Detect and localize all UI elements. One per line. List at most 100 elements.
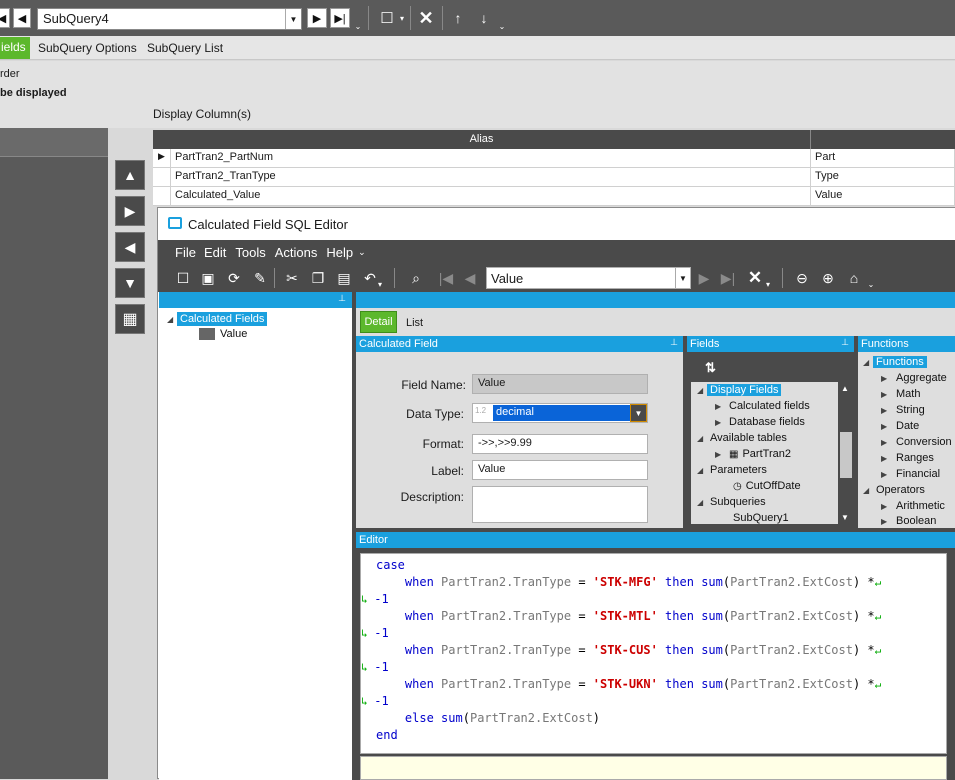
new-icon[interactable]: ☐ [375, 8, 399, 28]
tree-item-math[interactable]: ▶ Math [881, 388, 920, 400]
collapse-icon[interactable]: ◢ [863, 358, 873, 367]
move-column-down-button[interactable]: ▼ [115, 268, 145, 298]
table-row[interactable]: Calculated_Value Value [153, 187, 955, 206]
delete-dropdown-icon[interactable]: ▾ [764, 274, 772, 294]
paste-icon[interactable]: ▤ [334, 268, 354, 288]
pin-icon[interactable]: ⊥ [338, 293, 346, 304]
expand-icon[interactable]: ▶ [881, 454, 891, 463]
nav-prev-icon[interactable]: ◀ [0, 8, 10, 28]
tab-detail[interactable]: Detail [360, 311, 397, 333]
tree-item-financial[interactable]: ▶ Financial [881, 468, 940, 480]
refresh-icon[interactable]: ⟳ [224, 268, 244, 288]
new-dropdown-icon[interactable]: ▾ [398, 12, 406, 24]
grid-cell-alias[interactable]: Value [811, 187, 955, 205]
table-row[interactable]: PartTran2_TranType Type [153, 168, 955, 187]
tree-item-arithmetic[interactable]: ▶ Arithmetic [881, 500, 945, 512]
grid-header-extra[interactable] [811, 130, 955, 149]
scrollbar-thumb[interactable] [840, 432, 852, 478]
move-column-up-button[interactable]: ▲ [115, 160, 145, 190]
tree-item-parameters[interactable]: ◢ Parameters [697, 464, 767, 476]
undo-dropdown-icon[interactable]: ▾ [376, 274, 384, 294]
record-combo[interactable]: Value ▼ [486, 267, 691, 289]
grid-cell-alias[interactable]: Type [811, 168, 955, 186]
menu-help[interactable]: Help [326, 245, 353, 260]
nav-next-icon[interactable]: ▶ [307, 8, 327, 28]
collapse-icon[interactable]: ◢ [697, 498, 707, 507]
collapse-icon[interactable]: ◢ [697, 386, 707, 395]
scroll-down-icon[interactable]: ▼ [841, 513, 849, 522]
overflow-icon[interactable]: ⌄ [867, 274, 875, 294]
dropdown-arrow-icon[interactable]: ▼ [675, 268, 690, 288]
description-textarea[interactable] [472, 486, 648, 523]
tree-item-value[interactable]: Value [199, 328, 247, 340]
tree-item-boolean[interactable]: ▶ Boolean [881, 516, 936, 526]
expand-icon[interactable]: ▶ [881, 517, 891, 526]
tree-item-functions[interactable]: ◢ Functions [863, 356, 927, 368]
tree-item-available-tables[interactable]: ◢ Available tables [697, 432, 787, 444]
expand-icon[interactable]: ▶ [881, 374, 891, 383]
format-input[interactable]: ->>,>>9.99 [472, 434, 648, 454]
expand-icon[interactable]: ▶ [881, 422, 891, 431]
dropdown-arrow-icon[interactable]: ▼ [630, 404, 647, 422]
delete-icon[interactable]: ✕ [416, 8, 436, 28]
grid-cell-alias[interactable]: Part [811, 149, 955, 167]
expand-icon[interactable]: ▶ [881, 438, 891, 447]
collapse-icon[interactable]: ◢ [863, 486, 873, 495]
grid-header-alias[interactable]: Alias [153, 130, 811, 149]
tree-item-subqueries[interactable]: ◢ Subqueries [697, 496, 766, 508]
expand-icon[interactable]: ▶ [881, 502, 891, 511]
back-icon[interactable]: ⊖ [792, 268, 812, 288]
sort-az-icon[interactable]: ⇅ [705, 360, 716, 376]
next-record-icon[interactable]: ▶ [694, 268, 714, 288]
tree-item-calculated-fields[interactable]: ▶ Calculated fields [715, 400, 810, 412]
add-column-button[interactable]: ▶ [115, 196, 145, 226]
nav-first-icon[interactable]: ◀ [13, 8, 31, 28]
dropdown-arrow-icon[interactable]: ▼ [285, 9, 301, 29]
home-icon[interactable]: ⌂ [844, 268, 864, 288]
expand-icon[interactable]: ▶ [715, 450, 725, 459]
expand-icon[interactable]: ▶ [881, 390, 891, 399]
new-icon[interactable]: ☐ [173, 268, 193, 288]
cut-icon[interactable]: ✂ [282, 268, 302, 288]
expand-icon[interactable]: ▶ [715, 418, 725, 427]
tree-item-date[interactable]: ▶ Date [881, 420, 919, 432]
subquery-combo[interactable]: SubQuery4 ▼ [37, 8, 302, 30]
delete-icon[interactable]: ✕ [745, 268, 765, 288]
collapse-icon[interactable]: ◢ [167, 315, 177, 324]
expand-icon[interactable]: ▶ [881, 470, 891, 479]
scroll-up-icon[interactable]: ▲ [841, 384, 849, 393]
table-row[interactable]: ▶ PartTran2_PartNum Part [153, 149, 955, 168]
tree-item-subquery1[interactable]: SubQuery1 [733, 512, 789, 524]
tab-subquery-list[interactable]: SubQuery List [147, 41, 223, 55]
tree-item-conversion[interactable]: ▶ Conversion [881, 436, 952, 448]
fields-scrollbar[interactable]: ▲ ▼ [838, 382, 854, 524]
forward-icon[interactable]: ⊕ [818, 268, 838, 288]
menu-edit[interactable]: Edit [204, 245, 226, 260]
search-icon[interactable]: ⌕ [406, 268, 426, 288]
expand-icon[interactable]: ▶ [881, 406, 891, 415]
tree-item-cutoffdate[interactable]: ◷ CutOffDate [733, 480, 801, 492]
label-input[interactable]: Value [472, 460, 648, 480]
clear-icon[interactable]: ✎ [250, 268, 270, 288]
collapse-icon[interactable]: ◢ [697, 466, 707, 475]
data-type-select[interactable]: 1.2 decimal ▼ [472, 403, 648, 423]
field-name-input[interactable]: Value [472, 374, 648, 394]
save-icon[interactable]: ▣ [198, 268, 218, 288]
pin-icon[interactable]: ⊥ [841, 337, 849, 348]
tree-root[interactable]: ◢ Calculated Fields [167, 312, 268, 326]
tree-item-parttran2[interactable]: ▶ ▦ PartTran2 [715, 448, 791, 460]
tab-subquery-options[interactable]: SubQuery Options [38, 41, 137, 55]
menu-actions[interactable]: Actions [275, 245, 318, 260]
calculator-button[interactable]: ▦ [115, 304, 145, 334]
pin-icon[interactable]: ⊥ [670, 337, 678, 348]
tree-item-database-fields[interactable]: ▶ Database fields [715, 416, 805, 428]
tab-fields[interactable]: ields [0, 37, 30, 59]
overflow-icon[interactable]: ⌄ [498, 20, 506, 32]
tree-item-aggregate[interactable]: ▶ Aggregate [881, 372, 947, 384]
move-down-icon[interactable]: ↓ [474, 8, 494, 28]
last-record-icon[interactable]: ▶| [718, 268, 738, 288]
menu-overflow-icon[interactable]: ⌄ [358, 247, 366, 258]
sql-code-editor[interactable]: case when PartTran2.TranType = 'STK-MFG'… [360, 553, 947, 754]
menu-file[interactable]: File [175, 245, 196, 260]
nav-last-icon[interactable]: ▶| [330, 8, 350, 28]
